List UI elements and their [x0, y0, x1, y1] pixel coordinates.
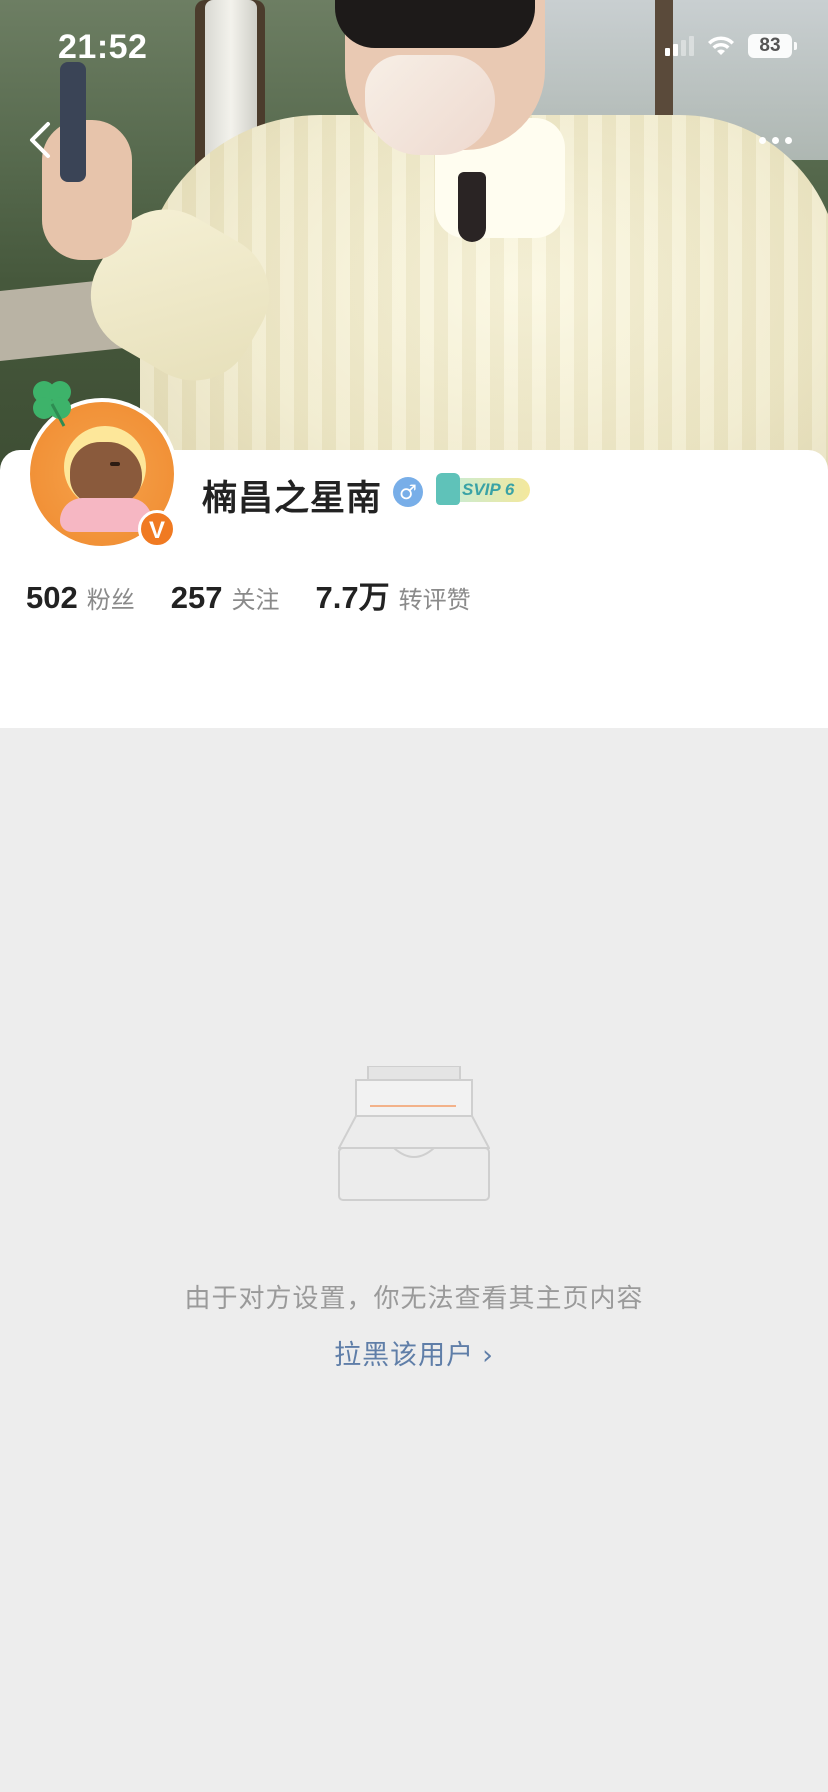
cover-tie [458, 172, 486, 242]
stat-interactions[interactable]: 7.7万 转评赞 [315, 572, 470, 617]
avatar-capybara [70, 442, 142, 504]
stat-value: 502 [26, 580, 78, 615]
block-user-link[interactable]: 拉黑该用户 › [0, 1333, 828, 1372]
cover-mask [365, 55, 495, 155]
verified-badge: V [138, 510, 176, 548]
avatar-eye [110, 462, 120, 466]
stat-value: 257 [170, 580, 223, 615]
stat-label: 粉丝 [86, 586, 135, 614]
cover-hair [335, 0, 535, 48]
stat-following[interactable]: 257 关注 [171, 580, 280, 616]
stat-label: 转评赞 [398, 586, 471, 614]
svip-badge[interactable]: SVIP 6 [436, 473, 531, 507]
status-icons: 83 [665, 34, 797, 58]
block-user-label: 拉黑该用户 [334, 1340, 475, 1371]
status-time: 21:52 [58, 28, 148, 66]
empty-state-message: 由于对方设置，你无法查看其主页内容 [184, 1284, 644, 1314]
profile-username: 楠昌之星南 [202, 479, 383, 519]
profile-stats: 502 粉丝 257 关注 7.7万 转评赞 [26, 572, 507, 617]
cover-photo[interactable] [0, 0, 828, 470]
stat-followers[interactable]: 502 粉丝 [26, 580, 135, 616]
stat-value: 7.7万 [315, 580, 390, 615]
signal-icon [665, 36, 694, 56]
empty-inbox-icon [338, 1066, 490, 1201]
clover-icon [33, 381, 71, 427]
chevron-left-icon[interactable] [20, 118, 64, 162]
battery-icon: 83 [748, 34, 797, 58]
ellipsis-icon[interactable] [750, 122, 800, 158]
chevron-right-icon: › [482, 1340, 494, 1371]
svip-bag-icon [436, 473, 460, 505]
wifi-icon [708, 36, 734, 55]
stat-label: 关注 [231, 586, 280, 614]
male-gender-icon: ♂ [393, 477, 423, 507]
svip-label: SVIP 6 [462, 480, 515, 499]
